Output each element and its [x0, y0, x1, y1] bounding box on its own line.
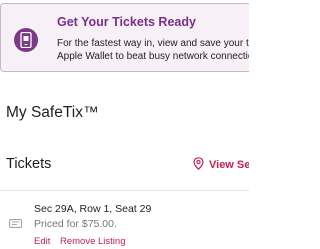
- remove-listing-link[interactable]: Remove Listing: [60, 236, 125, 247]
- location-pin-icon: [193, 157, 204, 171]
- view-seat-link[interactable]: View Seat: [193, 157, 249, 171]
- tickets-heading: Tickets: [6, 156, 52, 172]
- tickets-ready-banner[interactable]: Get Your Tickets Ready For the fastest w…: [0, 3, 249, 72]
- banner-body: For the fastest way in, view and save yo…: [57, 37, 249, 63]
- view-seat-label: View Seat: [209, 159, 249, 172]
- ticket-icon: [9, 219, 22, 228]
- ticket-price: Priced for $75.00.: [34, 218, 117, 230]
- phone-ticket-icon: [14, 28, 38, 52]
- banner-body-line-2: Apple Wallet to beat busy network connec…: [57, 51, 249, 62]
- section-divider: [0, 190, 249, 191]
- banner-body-line-1: For the fastest way in, view and save yo…: [57, 38, 249, 49]
- page: Get Your Tickets Ready For the fastest w…: [0, 0, 249, 249]
- safetix-heading: My SafeTix™: [6, 104, 99, 121]
- edit-listing-link[interactable]: Edit: [34, 236, 50, 247]
- ticket-seat-info: Sec 29A, Row 1, Seat 29: [34, 203, 152, 215]
- banner-title: Get Your Tickets Ready: [57, 15, 196, 29]
